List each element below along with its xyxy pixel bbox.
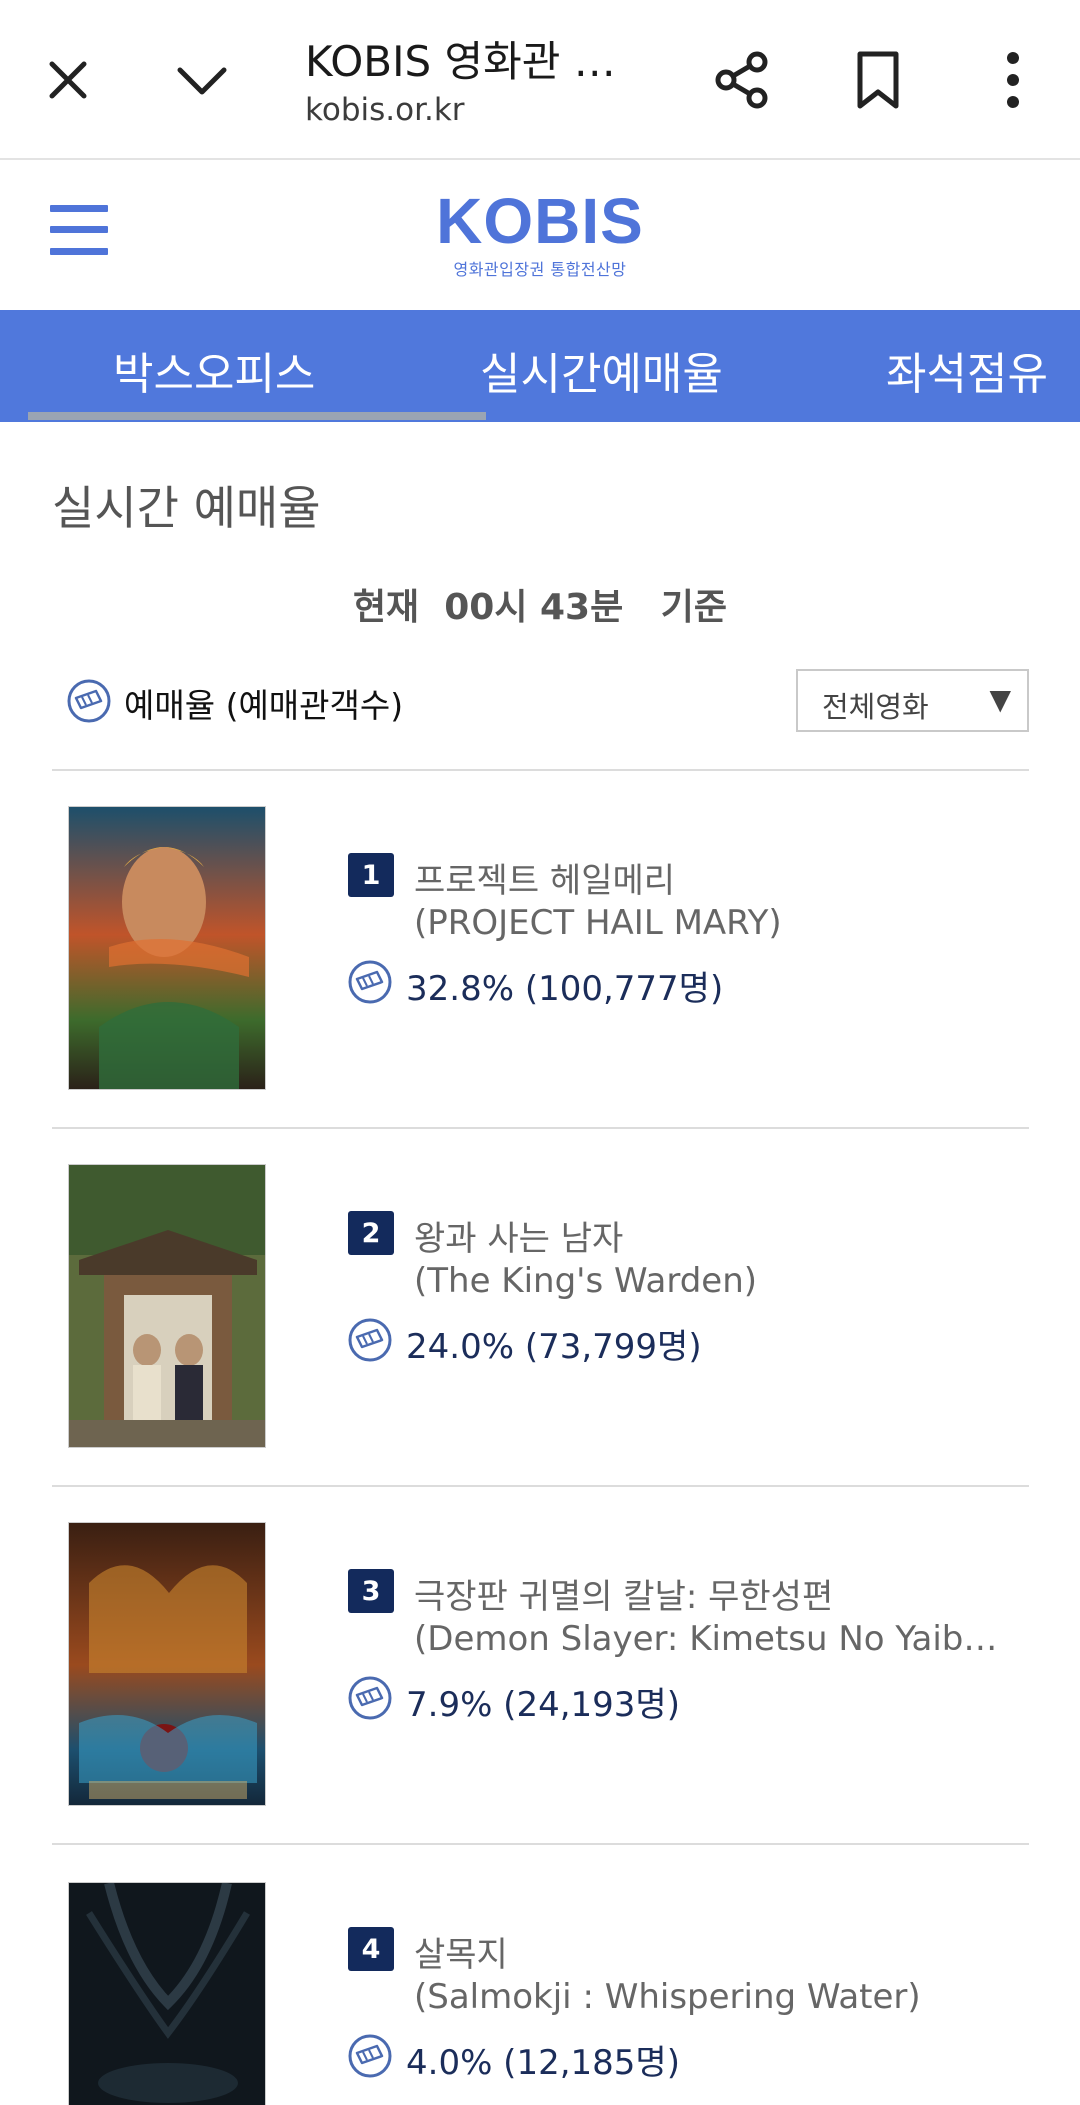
tab-box-office[interactable]: 박스오피스 [113,338,315,402]
movie-poster[interactable] [68,806,266,1090]
movie-filter-select[interactable]: 전체영화 ▼ [796,669,1029,732]
close-icon[interactable] [28,40,108,120]
movie-title-en: (Demon Slayer: Kimetsu No Yaiba I… [414,1619,1014,1659]
bookmark-icon[interactable] [838,40,918,120]
section-title: 실시간 예매율 [52,481,321,535]
booking-rate: 32.8% (100,777명) [406,969,724,1009]
movie-title[interactable]: 왕과 사는 남자 [414,1211,623,1260]
movie-poster[interactable] [68,1882,266,2105]
kobis-logo[interactable]: KOBIS 영화관입장권 통합전산망 [0,188,1080,280]
booking-rate: 7.9% (24,193명) [406,1685,680,1725]
active-tab-indicator [28,412,486,420]
ticket-icon [66,678,112,728]
booking-rate: 24.0% (73,799명) [406,1327,702,1367]
page-title: KOBIS 영화관 입... [305,37,645,86]
list-item[interactable]: 2 왕과 사는 남자 (The King's Warden) 24.0% (73… [0,1129,1080,1487]
tab-realtime-booking[interactable]: 실시간예매율 [480,338,723,402]
basis-time: 현재 00시 43분 기준 [352,587,728,628]
browser-toolbar: KOBIS 영화관 입... kobis.or.kr [0,0,1080,160]
rank-badge: 2 [348,1211,394,1255]
list-item[interactable]: 3 극장판 귀멸의 칼날: 무한성편 (Demon Slayer: Kimets… [0,1487,1080,1845]
rank-badge: 1 [348,853,394,897]
legend: 예매율 (예매관객수) [66,678,403,728]
share-icon[interactable] [702,40,782,120]
movie-title[interactable]: 극장판 귀멸의 칼날: 무한성편 [414,1569,833,1618]
movie-title-en: (Salmokji : Whispering Water) [414,1977,921,2017]
booking-rate: 4.0% (12,185명) [406,2043,680,2083]
ticket-icon [347,1317,393,1367]
movie-title[interactable]: 살목지 [414,1927,508,1976]
logo-brand: KOBIS [436,185,644,257]
legend-label: 예매율 (예매관객수) [124,686,404,725]
main-nav: 박스오피스 실시간예매율 좌석점유 [0,310,1080,422]
ticket-icon [347,1675,393,1725]
list-item[interactable]: 4 살목지 (Salmokji : Whispering Water) 4.0%… [0,1845,1080,2105]
list-item[interactable]: 1 프로젝트 헤일메리 (PROJECT HAIL MARY) 32.8% (1… [0,771,1080,1129]
more-options-icon[interactable] [973,40,1053,120]
ticket-icon [347,2033,393,2083]
logo-subtitle: 영화관입장권 통합전산망 [453,260,627,279]
site-header: KOBIS 영화관입장권 통합전산망 [0,160,1080,310]
movie-title-en: (PROJECT HAIL MARY) [414,903,782,943]
movie-title-en: (The King's Warden) [414,1261,758,1301]
movie-title[interactable]: 프로젝트 헤일메리 [414,853,675,902]
rank-badge: 3 [348,1569,394,1613]
filter-value: 전체영화 [822,690,929,724]
ticket-icon [347,959,393,1009]
dropdown-arrow-icon: ▼ [989,683,1011,716]
page-url: kobis.or.kr [305,92,465,128]
chevron-down-icon[interactable] [162,40,242,120]
tab-seat-occupancy[interactable]: 좌석점유 [886,338,1048,402]
movie-poster[interactable] [68,1164,266,1448]
movie-poster[interactable] [68,1522,266,1806]
rank-badge: 4 [348,1927,394,1971]
